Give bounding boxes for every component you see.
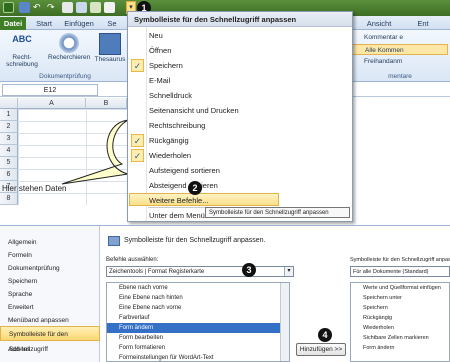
menu-item-label: Unter dem Menü xyxy=(149,211,205,220)
row-header[interactable]: 2 xyxy=(0,121,18,133)
badge-4: 4 xyxy=(318,328,332,342)
commands-list[interactable]: Ebene nach vorne Eine Ebene nach hinten … xyxy=(106,282,290,362)
nav-allgemein[interactable]: Allgemein xyxy=(0,236,100,249)
list-item[interactable]: Ebene nach vorne xyxy=(107,283,289,293)
list-item[interactable]: Speichern xyxy=(351,303,449,313)
badge-3: 3 xyxy=(242,263,256,277)
menu-item-rueckgaengig[interactable]: ✓ Rückgängig xyxy=(128,133,352,148)
right-label: Symbolleiste für den Schnellzugriff anpa… xyxy=(350,257,450,263)
check-icon: ✓ xyxy=(131,59,144,72)
list-item[interactable]: Eine Ebene nach hinten xyxy=(107,293,289,303)
row-header[interactable]: 1 xyxy=(0,109,18,121)
list-item-selected[interactable]: Form ändern xyxy=(107,323,289,333)
quick-access-menu: Symbolleiste für den Schnellzugriff anpa… xyxy=(127,11,353,222)
row-header[interactable]: 5 xyxy=(0,157,18,169)
quick-access-icon[interactable] xyxy=(62,2,73,13)
group-label-docs: Dokumentprüfung xyxy=(39,73,91,80)
list-item[interactable]: Eine Ebene nach vorne xyxy=(107,303,289,313)
toolbar-icon xyxy=(108,236,120,246)
nav-speichern[interactable]: Speichern xyxy=(0,275,100,288)
excel-icon[interactable] xyxy=(3,2,14,13)
spelling-label: Recht-schreibung xyxy=(6,54,38,68)
menu-item-label: Rückgängig xyxy=(149,136,189,145)
menu-item-aufsteigend[interactable]: Aufsteigend sortieren xyxy=(128,163,352,178)
tooltip: Symbolleiste für den Schnellzugriff anpa… xyxy=(205,207,350,218)
menu-item-oeffnen[interactable]: Öffnen xyxy=(128,43,352,58)
research-button[interactable]: Recherchieren xyxy=(48,33,90,71)
menu-title: Symbolleiste für den Schnellzugriff anpa… xyxy=(128,12,352,27)
menu-item-neu[interactable]: Neu xyxy=(128,28,352,43)
nav-dokumentpruefung[interactable]: Dokumentprüfung xyxy=(0,262,100,275)
nav-sprache[interactable]: Sprache xyxy=(0,288,100,301)
tab-ansicht[interactable]: Ansicht xyxy=(360,17,398,30)
menu-item-label: Wiederholen xyxy=(149,151,192,160)
list-item[interactable]: Form formatieren xyxy=(107,343,289,353)
commands-label: Befehle auswählen: xyxy=(106,257,159,263)
menu-item-absteigend[interactable]: Absteigend sortieren xyxy=(128,178,352,193)
menu-item-schnelldruck[interactable]: Schnelldruck xyxy=(128,88,352,103)
name-box[interactable]: E12 xyxy=(2,84,98,96)
list-item[interactable]: Form ändern xyxy=(351,343,449,353)
menu-item-email[interactable]: E-Mail xyxy=(128,73,352,88)
grid-icon[interactable] xyxy=(104,2,115,13)
tab-datei[interactable]: Datei xyxy=(0,17,26,30)
row-header[interactable]: 6 xyxy=(0,169,18,181)
list-item[interactable]: Farbverlauf xyxy=(107,313,289,323)
new-comment-button[interactable]: Kommentar e xyxy=(352,32,448,43)
list-item[interactable]: Wiederholen xyxy=(351,323,449,333)
menu-item-speichern[interactable]: ✓ Speichern xyxy=(128,58,352,73)
scrollbar[interactable] xyxy=(280,283,289,361)
tab-seitenlayout[interactable]: Se xyxy=(100,17,124,30)
list-item[interactable]: Speichern unter xyxy=(351,293,449,303)
chevron-down-icon[interactable]: ▾ xyxy=(284,267,293,276)
check-icon: ✓ xyxy=(131,149,144,162)
list-item[interactable]: Form bearbeiten xyxy=(107,333,289,343)
menu-item-seitenansicht[interactable]: Seitenansicht und Drucken xyxy=(128,103,352,118)
commands-select-value: Zeichentools | Format Registerkarte xyxy=(109,269,205,275)
list-item[interactable]: Sichtbare Zellen markieren xyxy=(351,333,449,343)
redo-icon[interactable]: ↷ xyxy=(47,2,59,13)
row-header[interactable]: 3 xyxy=(0,133,18,145)
nav-schnellzugriff[interactable]: Symbolleiste für den Schnellzugriff xyxy=(0,326,100,353)
tab-einfuegen[interactable]: Einfügen xyxy=(60,17,98,30)
tab-start[interactable]: Start xyxy=(29,17,59,30)
toolbar-list[interactable]: Werte und Quellformat einfügen Speichern… xyxy=(350,282,450,362)
freehand-button[interactable]: Freihandanm xyxy=(352,56,448,67)
group-label-comments: mentare xyxy=(388,73,412,80)
right-select[interactable]: Für alle Dokumente (Standard) xyxy=(350,266,450,277)
check-icon: ✓ xyxy=(131,134,144,147)
add-button[interactable]: Hinzufügen >> xyxy=(296,343,346,356)
sort-icon[interactable] xyxy=(90,2,101,13)
badge-2: 2 xyxy=(188,181,202,195)
all-comments-button[interactable]: Alle Kommen xyxy=(352,44,448,55)
list-item[interactable]: Rückgängig xyxy=(351,313,449,323)
research-icon xyxy=(59,33,79,53)
save-icon[interactable] xyxy=(19,2,30,13)
dialog-heading: Symbolleiste für den Schnellzugriff anpa… xyxy=(124,237,266,244)
thesaurus-label: Thesaurus xyxy=(94,56,126,63)
menu-item-rechtschreibung[interactable]: Rechtschreibung xyxy=(128,118,352,133)
column-header-b[interactable]: B xyxy=(86,98,127,109)
menu-item-weitere-befehle[interactable]: Weitere Befehle... xyxy=(129,193,279,206)
row-header[interactable]: 4 xyxy=(0,145,18,157)
options-dialog: Allgemein Formeln Dokumentprüfung Speich… xyxy=(0,225,450,362)
commands-select[interactable]: Zeichentools | Format Registerkarte ▾ xyxy=(106,266,294,277)
menu-item-wiederholen[interactable]: ✓ Wiederholen xyxy=(128,148,352,163)
research-label: Recherchieren xyxy=(48,54,91,61)
nav-formeln[interactable]: Formeln xyxy=(0,249,100,262)
column-header-a[interactable]: A xyxy=(18,98,86,109)
thesaurus-icon xyxy=(99,33,121,55)
nav-erweitert[interactable]: Erweitert xyxy=(0,301,100,314)
spelling-button[interactable]: ABC Recht-schreibung xyxy=(2,33,42,71)
tab-entwickler[interactable]: Ent xyxy=(403,17,443,30)
undo-icon[interactable]: ↶ xyxy=(33,2,45,13)
nav-addins[interactable]: Add-Ins xyxy=(0,343,100,356)
spelling-icon: ABC xyxy=(12,34,32,44)
thesaurus-button[interactable]: Thesaurus xyxy=(90,33,130,71)
cell-a7-text[interactable]: Hier stehen Daten xyxy=(2,183,92,195)
list-item[interactable]: Werte und Quellformat einfügen xyxy=(351,283,449,293)
print-icon[interactable] xyxy=(76,2,87,13)
menu-item-label: Speichern xyxy=(149,61,183,70)
select-all-corner[interactable] xyxy=(0,98,18,109)
